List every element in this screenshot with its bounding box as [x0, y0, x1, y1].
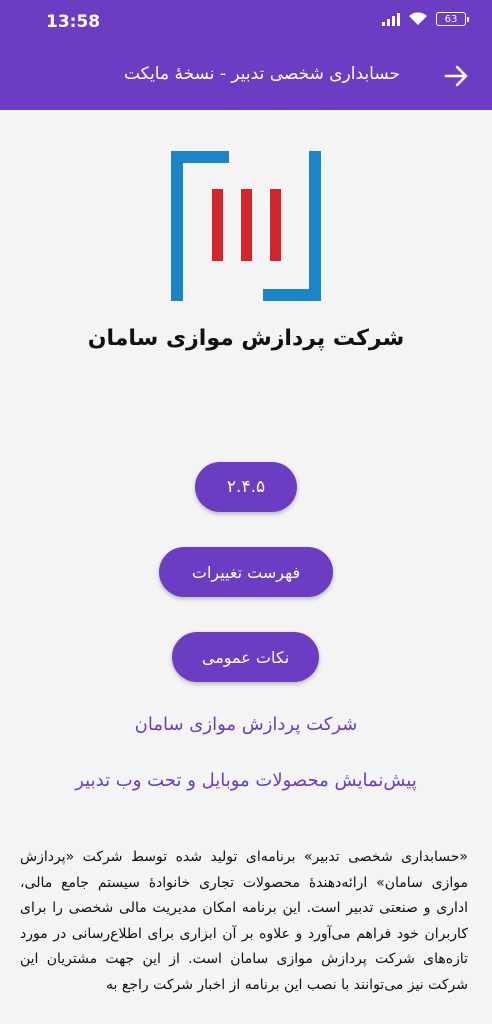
signal-icon — [382, 12, 400, 26]
app-description: «حسابداری شخصی تدبیر» برنامه‌ای تولید شد… — [20, 849, 468, 993]
status-icons: 63 — [382, 12, 469, 26]
company-logo — [171, 151, 321, 301]
general-notes-button[interactable]: نکات عمومی — [172, 632, 319, 682]
products-preview-link[interactable]: پیش‌نمایش محصولات موبایل و تحت وب تدبیر — [0, 770, 492, 791]
status-bar: 13:58 63 — [0, 0, 492, 42]
company-website-link[interactable]: شرکت پردازش موازی سامان — [0, 714, 492, 735]
company-name: شرکت پردازش موازی سامان — [87, 326, 405, 351]
version-button[interactable]: ۲.۴.۵ — [195, 462, 297, 512]
back-arrow-icon[interactable] — [442, 62, 470, 90]
page-title: حسابداری شخصی تدبیر - نسخهٔ مایکت — [123, 64, 400, 84]
status-time: 13:58 — [46, 12, 101, 32]
battery-level: 63 — [444, 14, 458, 25]
battery-icon: 63 — [436, 12, 469, 26]
wifi-icon — [409, 12, 427, 25]
changelog-button[interactable]: فهرست تغییرات — [159, 547, 333, 597]
app-bar: حسابداری شخصی تدبیر - نسخهٔ مایکت — [0, 42, 492, 110]
